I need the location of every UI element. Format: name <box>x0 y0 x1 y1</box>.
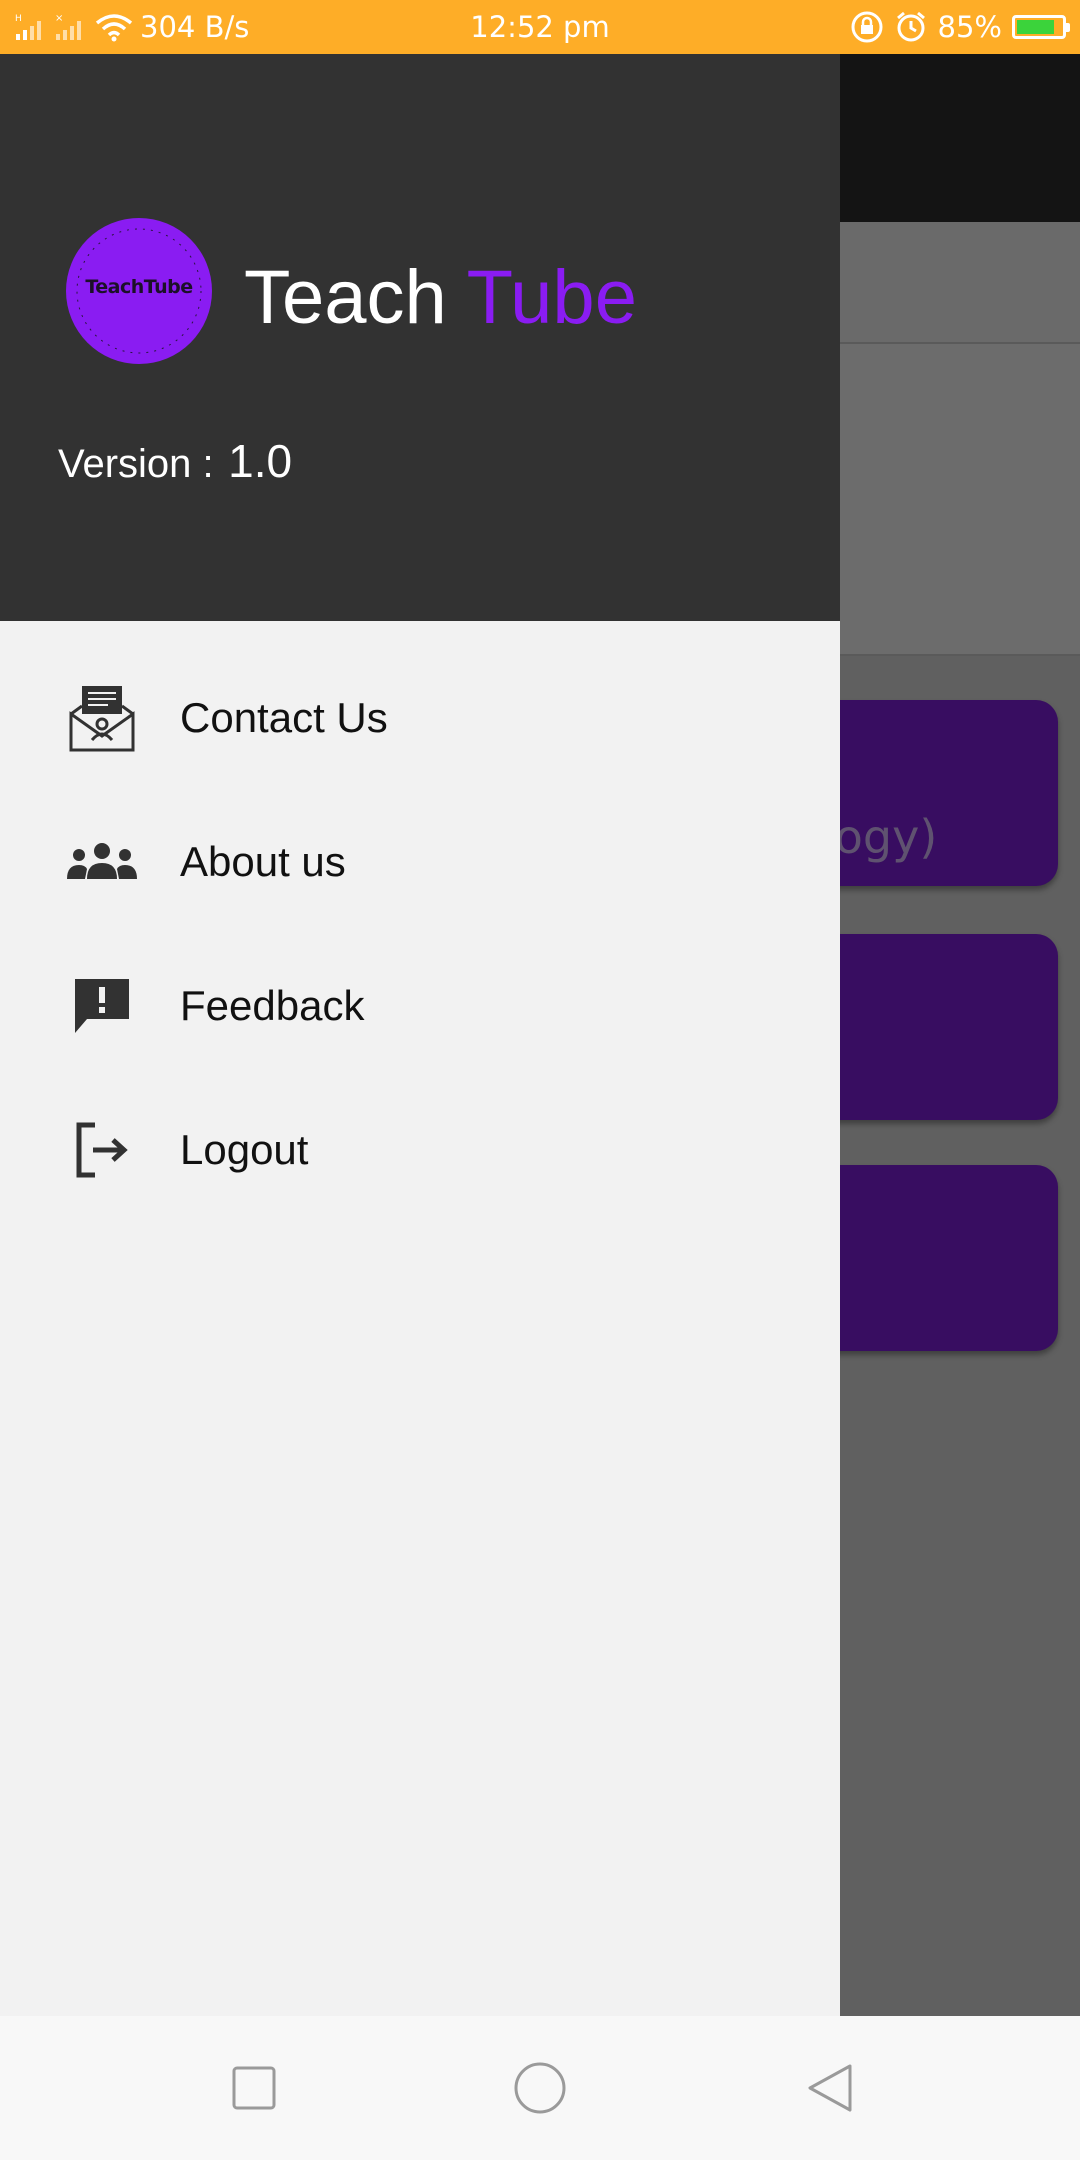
alarm-icon <box>896 11 925 42</box>
battery-charging-icon <box>1012 15 1070 39</box>
menu-item-about-us[interactable]: About us <box>0 802 840 922</box>
status-right: 85% <box>850 0 1070 54</box>
lock-rotation-icon <box>851 11 883 43</box>
menu-item-logout[interactable]: Logout <box>0 1090 840 1210</box>
app-version: Version : 1.0 <box>58 434 292 488</box>
menu-item-label: Logout <box>180 1126 309 1173</box>
system-nav-bar <box>0 2016 1080 2160</box>
menu-item-contact-us[interactable]: Contact Us <box>0 658 840 778</box>
navigation-drawer: TeachTube Teach Tube Version : 1.0 Conta… <box>0 54 840 2016</box>
drawer-header: TeachTube Teach Tube Version : 1.0 <box>0 54 840 621</box>
back-icon[interactable] <box>798 2056 862 2120</box>
home-icon[interactable] <box>508 2056 572 2120</box>
app-logo: TeachTube <box>66 218 212 364</box>
battery-percent: 85% <box>937 10 1002 44</box>
recents-icon[interactable] <box>222 2056 286 2120</box>
battery-fill <box>1017 20 1054 34</box>
menu-item-label: Feedback <box>180 982 365 1029</box>
menu-item-feedback[interactable]: Feedback <box>0 946 840 1066</box>
app-name-second: Tube <box>466 255 637 340</box>
group-icon <box>64 824 140 900</box>
feedback-icon <box>64 968 140 1044</box>
app-name: Teach Tube <box>244 254 637 341</box>
app-name-first: Teach <box>244 255 447 340</box>
menu-item-label: About us <box>180 838 346 885</box>
version-value: 1.0 <box>228 435 293 487</box>
logout-icon <box>64 1112 140 1188</box>
status-bar: H × 304 B/s 12:52 pm 85% <box>0 0 1080 54</box>
version-label: Version : <box>58 442 214 486</box>
contact-mail-icon <box>64 680 140 756</box>
menu-item-label: Contact Us <box>180 694 388 741</box>
logo-text: TeachTube <box>85 276 193 298</box>
